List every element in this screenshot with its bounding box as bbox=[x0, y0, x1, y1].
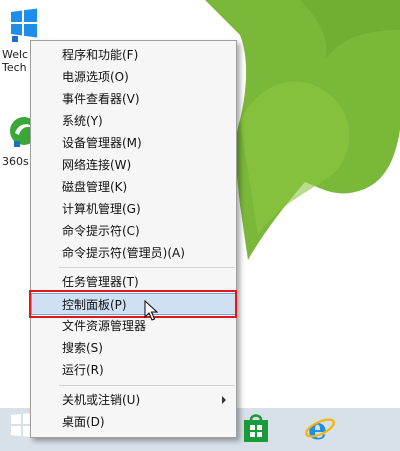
menu-item-label: 关机或注销(U) bbox=[62, 393, 141, 407]
menu-item-command-prompt-admin[interactable]: 命令提示符(管理员)(A) bbox=[31, 242, 236, 264]
desktop-icon-label: Tech bbox=[2, 61, 27, 74]
store-icon[interactable] bbox=[240, 410, 272, 444]
svg-text:e: e bbox=[308, 412, 327, 444]
desktop-icon-label: Welc bbox=[2, 48, 29, 61]
windows-logo-icon bbox=[11, 8, 37, 42]
menu-item-power-options[interactable]: 电源选项(O) bbox=[31, 66, 236, 88]
menu-item-programs-features[interactable]: 程序和功能(F) bbox=[31, 44, 236, 66]
power-user-menu: 程序和功能(F) 电源选项(O) 事件查看器(V) 系统(Y) 设备管理器(M)… bbox=[30, 40, 237, 438]
menu-item-shutdown-signout[interactable]: 关机或注销(U) bbox=[31, 389, 236, 411]
mouse-cursor-icon bbox=[144, 300, 158, 321]
menu-item-device-manager[interactable]: 设备管理器(M) bbox=[31, 132, 236, 154]
menu-item-search[interactable]: 搜索(S) bbox=[31, 337, 236, 359]
menu-separator bbox=[59, 267, 235, 268]
menu-item-command-prompt[interactable]: 命令提示符(C) bbox=[31, 220, 236, 242]
desktop-icon-label: 360s bbox=[2, 155, 29, 168]
menu-item-network-connections[interactable]: 网络连接(W) bbox=[31, 154, 236, 176]
menu-item-file-explorer[interactable]: 文件资源管理器 bbox=[31, 315, 236, 337]
menu-separator bbox=[59, 385, 235, 386]
internet-explorer-icon[interactable]: e bbox=[304, 412, 336, 444]
menu-item-system[interactable]: 系统(Y) bbox=[31, 110, 236, 132]
submenu-arrow-icon bbox=[222, 396, 226, 404]
menu-item-run[interactable]: 运行(R) bbox=[31, 359, 236, 381]
menu-item-desktop[interactable]: 桌面(D) bbox=[31, 411, 236, 433]
menu-item-event-viewer[interactable]: 事件查看器(V) bbox=[31, 88, 236, 110]
menu-item-disk-management[interactable]: 磁盘管理(K) bbox=[31, 176, 236, 198]
annotation-highlight-box bbox=[29, 290, 237, 318]
menu-item-computer-management[interactable]: 计算机管理(G) bbox=[31, 198, 236, 220]
